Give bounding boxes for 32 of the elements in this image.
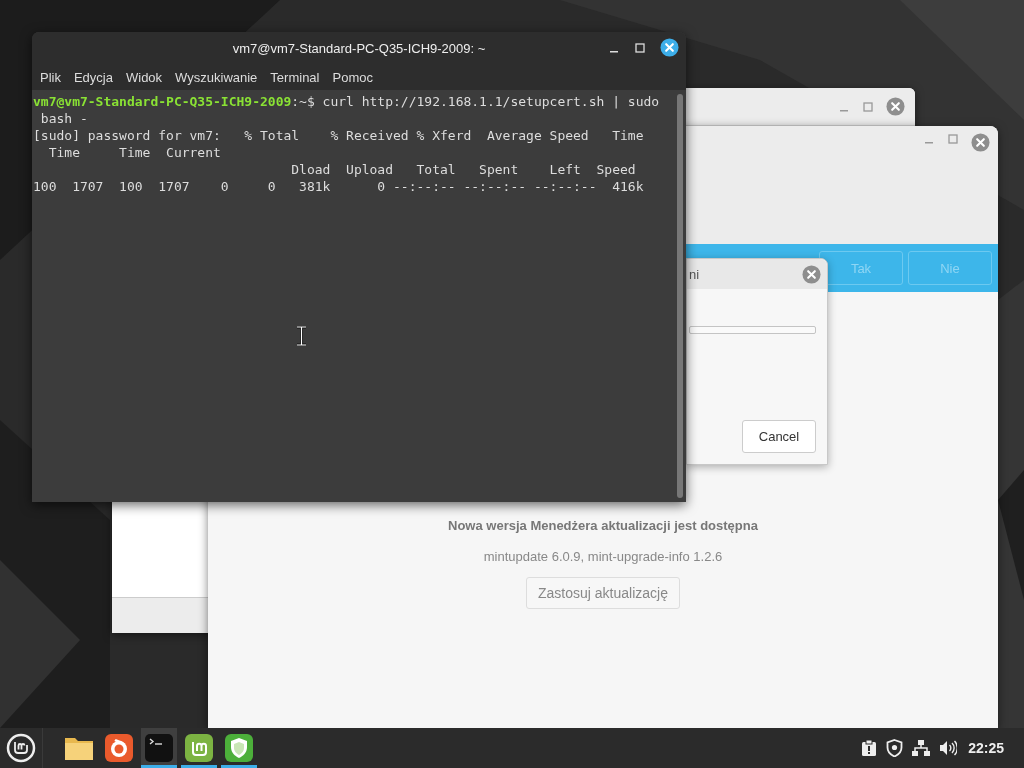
close-icon[interactable]	[660, 38, 679, 57]
update-message: Nowa wersja Menedżera aktualizacji jest dostępna	[448, 518, 758, 533]
folder-icon[interactable]	[64, 735, 94, 761]
prompt-line: vm7@vm7-Standard-PC-Q35-ICH9-2009:~$ curl http://192.168.1.1/setupcert.sh | sudo	[33, 93, 660, 110]
menu-item[interactable]: Plik	[34, 66, 67, 88]
browser-icon[interactable]	[105, 734, 133, 762]
menu-item[interactable]: Terminal	[264, 66, 326, 88]
clipboard-icon[interactable]	[861, 739, 878, 757]
menu-item[interactable]: Pomoc	[326, 66, 379, 88]
terminal-line: Dload Upload Total Spent Left Speed	[290, 161, 636, 178]
cancel-button[interactable]: Cancel	[742, 420, 816, 453]
menu-item[interactable]: Wyszukiwanie	[169, 66, 264, 88]
terminal-line: Time Time Current	[47, 144, 221, 161]
dialog-title: ni	[689, 266, 700, 282]
menu-item[interactable]: Edycja	[67, 66, 119, 88]
scrollbar[interactable]	[677, 94, 683, 498]
menu-item[interactable]: Widok	[120, 66, 169, 88]
clock: 22:25	[968, 740, 1004, 756]
shield-icon[interactable]	[225, 734, 253, 762]
version-text: mintupdate 6.0.9, mint-upgrade-info 1.2.6	[483, 549, 723, 564]
menu-icon[interactable]	[6, 733, 36, 763]
terminal-line: 100 1707 100 1707 0 0 381k 0 --:--:-- --:--:-- --:--:-- 416k	[33, 178, 644, 195]
window-title: vm7@vm7-Standard-PC-Q35-ICH9-2009: ~	[232, 40, 486, 56]
volume-icon[interactable]	[939, 740, 958, 756]
mint-logo-icon[interactable]	[185, 734, 213, 762]
terminal-line: [sudo] password for vm7: % Total % Received % Xferd Average Speed Time	[33, 127, 644, 144]
network-icon[interactable]	[912, 739, 931, 757]
shield-icon[interactable]	[886, 739, 904, 757]
text-cursor-icon	[296, 326, 307, 346]
taskbar-item[interactable]	[141, 728, 177, 768]
terminal-icon[interactable]	[145, 734, 173, 762]
terminal-line: bash -	[39, 110, 88, 127]
